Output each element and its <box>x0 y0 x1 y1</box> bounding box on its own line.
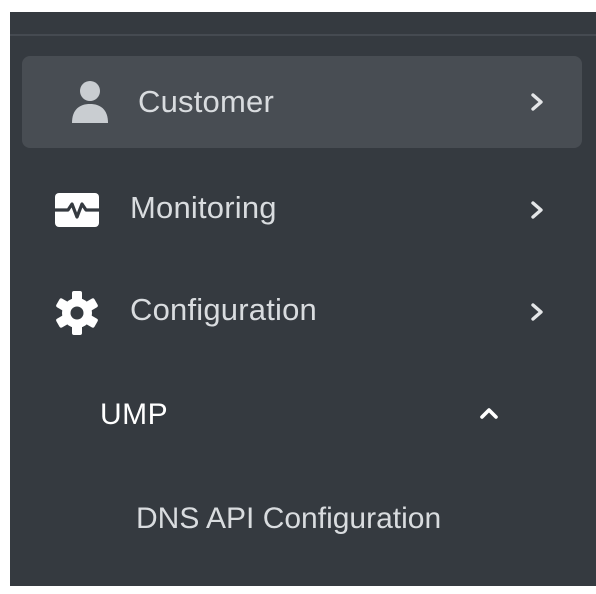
sidebar-item-monitoring[interactable]: Monitoring <box>22 164 582 256</box>
sidebar-divider <box>10 34 596 36</box>
sidebar-item-label: Configuration <box>130 292 317 327</box>
gear-icon <box>54 290 100 336</box>
sidebar-item-label: Monitoring <box>130 190 277 225</box>
sidebar-item-customer[interactable]: Customer <box>22 56 582 148</box>
user-icon <box>68 80 112 124</box>
page-frame: Customer Monitoring Configuration UMP DN… <box>0 0 596 594</box>
sidebar-item-configuration[interactable]: Configuration <box>22 266 582 358</box>
sidebar-item-label: Customer <box>138 84 274 119</box>
sidebar-nav: Customer Monitoring Configuration UMP DN… <box>10 12 596 586</box>
sidebar-subitem-dns-api-configuration[interactable]: DNS API Configuration <box>22 490 582 554</box>
sidebar-group-label: UMP <box>100 398 169 431</box>
sidebar-group-ump[interactable]: UMP <box>22 382 582 452</box>
sidebar-subitem-label: DNS API Configuration <box>136 502 442 535</box>
chevron-right-icon <box>530 302 544 322</box>
monitor-pulse-icon <box>54 190 100 230</box>
chevron-up-icon <box>478 405 500 421</box>
chevron-right-icon <box>530 92 544 112</box>
chevron-right-icon <box>530 200 544 220</box>
